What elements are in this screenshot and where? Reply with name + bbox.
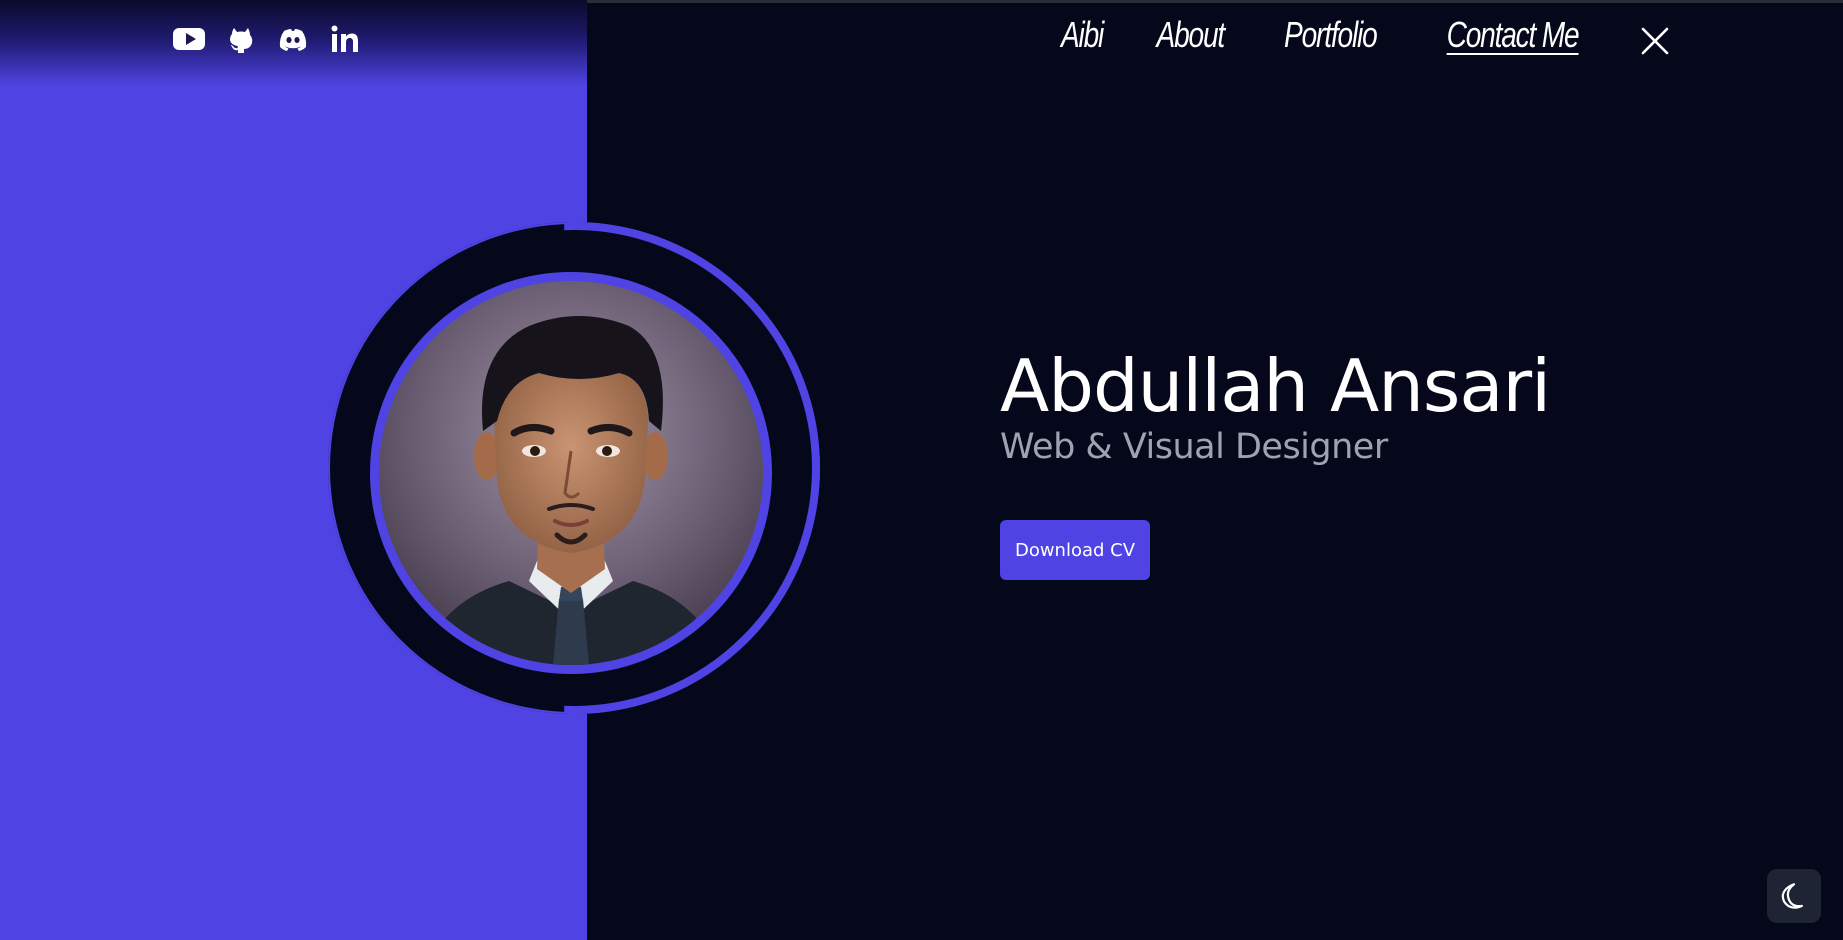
nav-item-about[interactable]: About	[1156, 14, 1225, 56]
hero-name: Abdullah Ansari	[1000, 344, 1551, 428]
linkedin-icon[interactable]	[328, 22, 362, 56]
profile-photo	[370, 272, 772, 674]
page: Aibi About Portfolio Contact Me Abdullah…	[0, 0, 1843, 940]
discord-icon[interactable]	[276, 22, 310, 56]
hero: Abdullah Ansari Web & Visual Designer	[1000, 344, 1551, 467]
portrait-image	[379, 281, 763, 665]
moon-icon	[1781, 883, 1803, 909]
social-links	[172, 22, 362, 56]
nav-item-aibi[interactable]: Aibi	[1061, 14, 1104, 56]
youtube-icon[interactable]	[172, 22, 206, 56]
nav-item-contact-me[interactable]: Contact Me	[1447, 14, 1580, 56]
main-nav: Aibi About Portfolio Contact Me	[1055, 14, 1597, 56]
close-icon[interactable]	[1640, 26, 1670, 56]
theme-toggle-button[interactable]	[1767, 869, 1821, 923]
download-cv-button[interactable]: Download CV	[1000, 520, 1150, 580]
hero-role: Web & Visual Designer	[1000, 427, 1388, 467]
nav-item-portfolio[interactable]: Portfolio	[1284, 14, 1378, 56]
github-icon[interactable]	[224, 22, 258, 56]
